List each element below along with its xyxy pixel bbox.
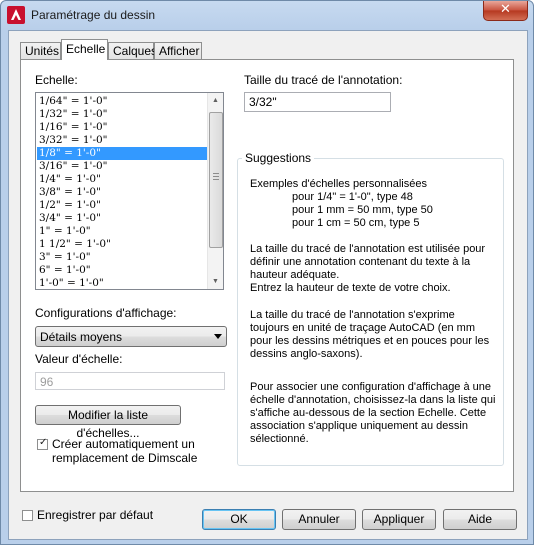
save-default-checkbox[interactable] <box>22 510 33 521</box>
help-text-line: La taille du tracé de l'annotation est u… <box>250 243 486 255</box>
scale-list-item[interactable]: 1'-0" = 1'-0" <box>37 277 207 289</box>
scale-list-item[interactable]: 3/32" = 1'-0" <box>37 134 207 147</box>
scale-list-scrollbar[interactable]: ▲ ▼ <box>207 93 223 289</box>
save-default-label: Enregistrer par défaut <box>37 508 154 522</box>
tab-layers[interactable]: Calques <box>108 42 157 59</box>
examples-heading: Exemples d'échelles personnalisées <box>250 178 427 190</box>
dimscale-label-line1: Créer automatiquement un <box>52 437 195 451</box>
dialog-client-area: Unités Echelle Calques Afficher Echelle:… <box>8 30 528 540</box>
scale-value-field[interactable]: 96 <box>35 372 225 390</box>
display-config-value: Détails moyens <box>40 330 123 344</box>
help-text-line: toujours en unité de traçage AutoCAD (en… <box>250 322 476 334</box>
scale-tab-page: Echelle: 1/64" = 1'-0" 1/32" = 1'-0" 1/16"… <box>20 59 514 492</box>
grip-icon <box>213 173 219 180</box>
ok-button[interactable]: OK <box>202 509 276 530</box>
tab-scale[interactable]: Echelle <box>61 39 108 60</box>
scale-list-item[interactable]: 1/8" = 1'-0" <box>37 147 207 160</box>
scale-list-item[interactable]: 3/16" = 1'-0" <box>37 160 207 173</box>
help-text-line: définir une annotation contenant du text… <box>250 256 471 268</box>
scale-list-item[interactable]: 3/4" = 1'-0" <box>37 212 207 225</box>
example-line: pour 1 cm = 50 cm, type 5 <box>292 217 420 229</box>
help-button[interactable]: Aide <box>443 509 517 530</box>
scale-list-item[interactable]: 3/8" = 1'-0" <box>37 186 207 199</box>
annotation-size-input[interactable]: 3/32" <box>244 92 391 112</box>
scale-list-item[interactable]: 6" = 1'-0" <box>37 264 207 277</box>
example-line: pour 1/4" = 1'-0", type 48 <box>292 191 413 203</box>
help-text-line: Entrez la hauteur de texte de votre choi… <box>250 282 451 294</box>
cancel-button[interactable]: Annuler <box>282 509 356 530</box>
scale-list-item[interactable]: 1/4" = 1'-0" <box>37 173 207 186</box>
help-text-line: sélectionné. <box>250 433 309 445</box>
display-config-label: Configurations d'affichage: <box>35 306 177 320</box>
apply-button[interactable]: Appliquer <box>362 509 436 530</box>
scale-list-item[interactable]: 1" = 1'-0" <box>37 225 207 238</box>
scale-list-item[interactable]: 1/64" = 1'-0" <box>37 95 207 108</box>
close-button[interactable]: ✕ <box>483 1 528 21</box>
scale-label: Echelle: <box>35 73 78 87</box>
help-text-line: hauteur adéquate. <box>250 269 340 281</box>
help-text-line: Pour associer une configuration d'affich… <box>250 381 492 393</box>
title-bar[interactable]: Paramétrage du dessin ✕ <box>1 1 533 29</box>
dialog-window: Paramétrage du dessin ✕ Unités Echelle C… <box>0 0 534 545</box>
suggestions-group: Suggestions Exemples d'échelles personna… <box>237 151 504 466</box>
help-text-line: La taille du tracé de l'annotation s'exp… <box>250 309 455 321</box>
tab-units[interactable]: Unités <box>20 42 61 59</box>
help-text-line: s'affiche au-dessous de la section Echel… <box>250 407 487 419</box>
scale-list-item[interactable]: 3" = 1'-0" <box>37 251 207 264</box>
suggestions-title: Suggestions <box>242 151 315 165</box>
scale-list[interactable]: 1/64" = 1'-0" 1/32" = 1'-0" 1/16" = 1'-0" 3… <box>35 92 224 290</box>
help-text-line: pour les dessins métriques et en pouces … <box>250 335 490 347</box>
scroll-thumb[interactable] <box>209 112 223 248</box>
scale-list-item[interactable]: 1 1/2" = 1'-0" <box>37 238 207 251</box>
annotation-size-label: Taille du tracé de l'annotation: <box>244 73 403 87</box>
chevron-down-icon <box>214 334 222 339</box>
scale-list-item[interactable]: 1/32" = 1'-0" <box>37 108 207 121</box>
modify-scale-list-button[interactable]: Modifier la liste d'échelles... <box>35 405 181 440</box>
tab-display[interactable]: Afficher <box>154 42 202 59</box>
scale-value-label: Valeur d'échelle: <box>35 352 123 366</box>
scroll-down-icon[interactable]: ▼ <box>208 274 223 289</box>
annotation-size-value: 3/32" <box>249 95 277 109</box>
help-text-line: dessins anglo-saxons). <box>250 348 363 360</box>
window-title: Paramétrage du dessin <box>31 8 156 22</box>
example-line: pour 1 mm = 50 mm, type 50 <box>292 204 433 216</box>
help-text-line: échelle d'annotation, choisissez-la dans… <box>250 394 496 406</box>
autocad-logo-icon <box>7 6 25 24</box>
scale-value-text: 96 <box>40 375 54 389</box>
scale-list-item[interactable]: 1/2" = 1'-0" <box>37 199 207 212</box>
dimscale-label-line2: remplacement de Dimscale <box>52 451 198 465</box>
checkmark-icon: ✓ <box>39 437 48 448</box>
scroll-up-icon[interactable]: ▲ <box>208 93 223 108</box>
help-text-line: association s'applique uniquement au des… <box>250 420 468 432</box>
dimscale-checkbox[interactable]: ✓ <box>37 437 48 450</box>
scale-list-item[interactable]: 1/16" = 1'-0" <box>37 121 207 134</box>
close-icon: ✕ <box>500 2 511 17</box>
scale-list-items: 1/64" = 1'-0" 1/32" = 1'-0" 1/16" = 1'-0" 3… <box>37 95 207 289</box>
display-config-dropdown[interactable]: Détails moyens <box>35 326 227 347</box>
